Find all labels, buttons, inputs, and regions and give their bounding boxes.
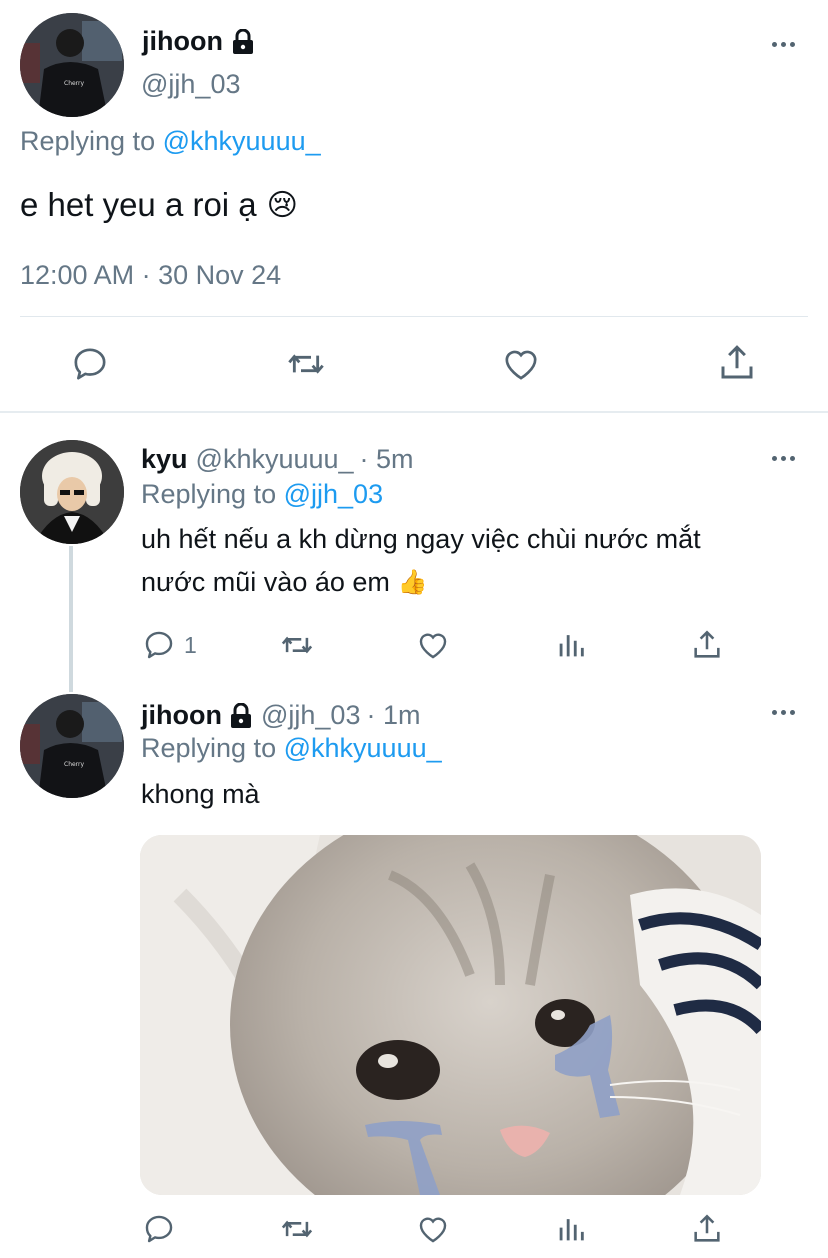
reply-icon[interactable]: 1 bbox=[142, 628, 197, 662]
retweet-icon[interactable] bbox=[284, 344, 328, 384]
more-options-icon[interactable] bbox=[772, 710, 799, 715]
reply2-text: khong mà bbox=[141, 779, 260, 809]
reply1-header: kyu @khkyuuuu_ · 5m bbox=[141, 444, 414, 475]
reply-icon[interactable] bbox=[70, 344, 110, 384]
section-divider bbox=[0, 411, 828, 413]
reply1-handle[interactable]: @khkyuuuu_ bbox=[196, 444, 354, 475]
avatar-jihoon[interactable]: Cherry bbox=[20, 13, 124, 117]
svg-text:Cherry: Cherry bbox=[64, 80, 85, 87]
crying-emoji: 😢 bbox=[266, 188, 298, 222]
replying-prefix: Replying to bbox=[141, 733, 277, 763]
reply2-replying-line: Replying to @khkyuuuu_ bbox=[141, 733, 442, 764]
reply1-time[interactable]: · 5m bbox=[360, 444, 414, 475]
replying-to-link[interactable]: @jjh_03 bbox=[284, 479, 383, 509]
avatar-kyu[interactable] bbox=[20, 440, 124, 544]
reply2-handle[interactable]: @jjh_03 bbox=[261, 700, 360, 731]
like-icon[interactable] bbox=[500, 344, 542, 384]
like-icon[interactable] bbox=[416, 1212, 450, 1246]
like-icon[interactable] bbox=[416, 628, 450, 662]
main-handle[interactable]: @jjh_03 bbox=[141, 69, 240, 100]
reply2-header: jihoon @jjh_03 · 1m bbox=[141, 700, 420, 731]
replying-to-link[interactable]: @khkyuuuu_ bbox=[284, 733, 442, 763]
reply1-text-line1: uh hết nếu a kh dừng ngay việc chùi nước… bbox=[141, 524, 701, 554]
retweet-icon[interactable] bbox=[278, 1212, 316, 1246]
more-options-icon[interactable] bbox=[772, 456, 799, 461]
replying-to-link[interactable]: @khkyuuuu_ bbox=[163, 126, 321, 156]
svg-text:Cherry: Cherry bbox=[64, 761, 85, 768]
main-replying-line: Replying to @khkyuuuu_ bbox=[20, 126, 321, 157]
share-icon[interactable] bbox=[690, 628, 724, 662]
share-icon[interactable] bbox=[716, 342, 758, 384]
thread-line bbox=[69, 546, 73, 692]
reply1-text-line2-body: nước mũi vào áo em bbox=[141, 567, 390, 597]
reply2-time[interactable]: · 1m bbox=[366, 700, 420, 731]
lock-icon bbox=[229, 702, 253, 729]
main-tweet-header: jihoon bbox=[142, 26, 255, 57]
retweet-icon[interactable] bbox=[278, 628, 316, 662]
more-options-icon[interactable] bbox=[772, 42, 799, 47]
reply1-replying-line: Replying to @jjh_03 bbox=[141, 479, 383, 510]
tweet-media-image[interactable] bbox=[140, 835, 761, 1195]
reply1-text-line2: nước mũi vào áo em 👍 bbox=[141, 567, 428, 598]
analytics-icon[interactable] bbox=[556, 628, 586, 662]
main-display-name[interactable]: jihoon bbox=[142, 26, 223, 57]
reply1-display-name[interactable]: kyu bbox=[141, 444, 188, 475]
main-timestamp[interactable]: 12:00 AM · 30 Nov 24 bbox=[20, 260, 281, 291]
reply2-display-name[interactable]: jihoon bbox=[141, 700, 222, 731]
replying-prefix: Replying to bbox=[20, 126, 156, 156]
thumbs-up-emoji: 👍 bbox=[397, 569, 428, 596]
avatar-jihoon[interactable]: Cherry bbox=[20, 694, 124, 798]
analytics-icon[interactable] bbox=[556, 1212, 586, 1246]
reply-count: 1 bbox=[184, 631, 197, 658]
main-tweet-text: e het yeu a roi ạ 😢 bbox=[20, 186, 298, 224]
reply-icon[interactable] bbox=[142, 1212, 176, 1246]
main-tweet-body: e het yeu a roi ạ bbox=[20, 186, 257, 223]
lock-icon bbox=[231, 28, 255, 55]
share-icon[interactable] bbox=[690, 1212, 724, 1246]
main-divider bbox=[20, 316, 808, 317]
replying-prefix: Replying to bbox=[141, 479, 277, 509]
